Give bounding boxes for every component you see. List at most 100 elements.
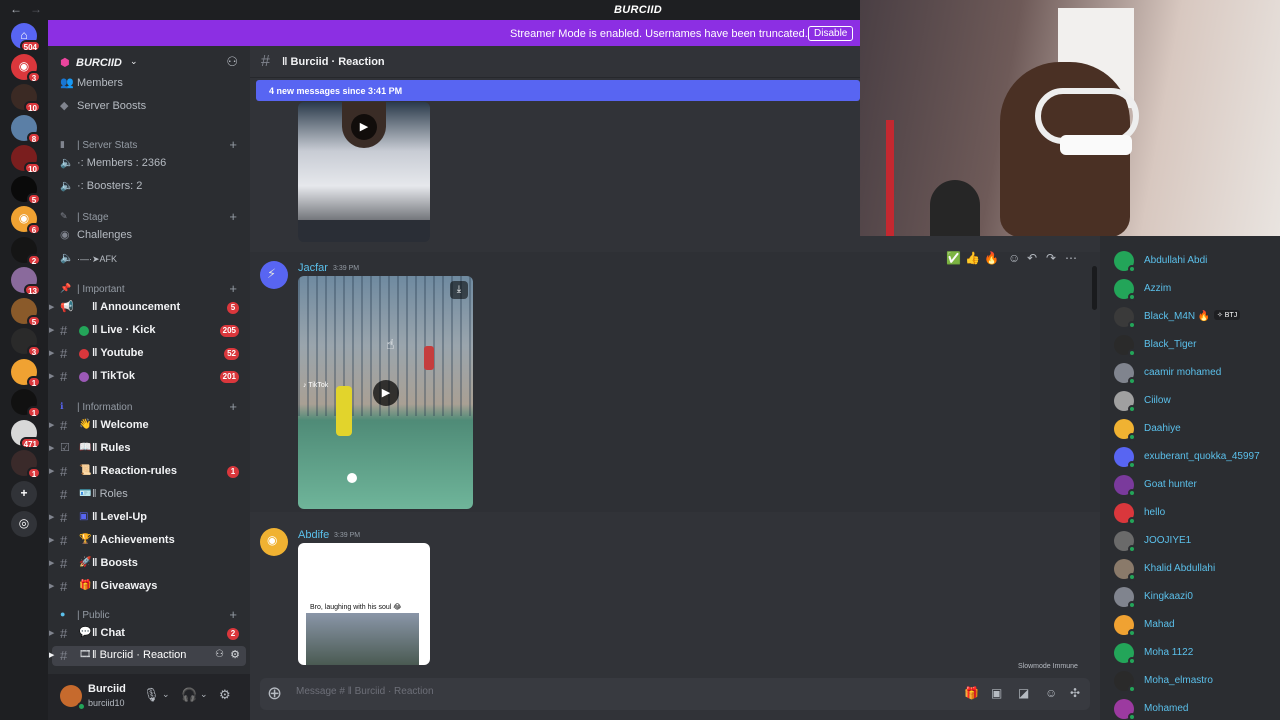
emoji-icon[interactable]: ☺ [1045, 686, 1057, 700]
sidebar-item-reaction-rules[interactable]: ▶ # 📜 ǁ Reaction-rules 1 [48, 462, 250, 482]
server-icon[interactable]: 2 [11, 236, 41, 266]
add-reaction-icon[interactable]: ☺ [1008, 251, 1020, 265]
headphones-icon[interactable]: 🎧 [181, 687, 197, 703]
sidebar-item-tiktok[interactable]: ▶ # ǁ TikTok 201 [48, 367, 250, 387]
sidebar-item-chat[interactable]: ▶ # 💬 ǁ Chat 2 [48, 624, 250, 644]
server-icon[interactable]: ⌂ 504 [11, 23, 41, 52]
server-icon[interactable]: 13 [11, 267, 41, 296]
add-channel-icon[interactable]: + [229, 137, 237, 152]
fire-reaction-icon[interactable]: 🔥 [984, 251, 999, 265]
microphone-icon[interactable]: 🎙 [143, 687, 160, 703]
forward-arrow-icon[interactable]: → [30, 2, 42, 16]
member-item[interactable]: exuberant_quokka_45997 [1114, 445, 1280, 469]
category-public[interactable]: ● | Public + [48, 606, 250, 624]
more-options-icon[interactable]: ⋯ [1065, 251, 1077, 265]
member-item[interactable]: hello [1114, 501, 1280, 525]
member-item[interactable]: Mahad [1114, 613, 1280, 637]
reply-icon[interactable]: ↶ [1027, 251, 1037, 265]
message-author[interactable]: Abdife [298, 529, 329, 541]
forward-icon[interactable]: ↷ [1046, 251, 1056, 265]
apps-icon[interactable]: ✣ [1070, 686, 1080, 700]
sidebar-item-stat-boosters[interactable]: 🔈 ·: Boosters: 2 [48, 177, 250, 197]
add-channel-icon[interactable]: + [229, 209, 237, 224]
play-icon[interactable]: ▶ [373, 380, 399, 406]
gift-icon[interactable]: 🎁 [964, 686, 979, 700]
server-icon[interactable]: 3 [11, 328, 41, 357]
sidebar-item-roles[interactable]: # 🪪 ǁ Roles [48, 485, 250, 505]
message-author[interactable]: Jacfar [298, 262, 328, 274]
sidebar-item-challenges[interactable]: ◉ Challenges [48, 226, 250, 246]
scrollbar[interactable] [1092, 266, 1097, 310]
member-item[interactable]: JOOJIYE1 [1114, 529, 1280, 553]
member-item[interactable]: caamir mohamed [1114, 361, 1280, 385]
member-item[interactable]: Kingkaazi0 [1114, 585, 1280, 609]
check-reaction-icon[interactable]: ✅ [946, 251, 961, 265]
message-input[interactable] [296, 686, 896, 697]
back-arrow-icon[interactable]: ← [10, 2, 22, 16]
server-icon[interactable]: ◎ [11, 511, 37, 537]
server-icon[interactable]: 8 [11, 114, 41, 144]
member-item[interactable]: Daahiye [1114, 417, 1280, 441]
chevron-down-icon[interactable]: ⌄ [162, 689, 170, 700]
video-attachment[interactable]: ▶ [298, 102, 430, 242]
video-attachment[interactable]: Bro, laughing with his soul 😂 [298, 543, 430, 665]
add-channel-icon[interactable]: + [229, 607, 237, 622]
sidebar-item-server-boosts[interactable]: ◆ Server Boosts [48, 97, 250, 117]
play-icon[interactable]: ▶ [351, 114, 377, 140]
chevron-down-icon[interactable]: ⌄ [200, 689, 208, 700]
sidebar-item-giveaways[interactable]: ▶ # 🎁 ǁ Giveaways [48, 577, 250, 597]
sidebar-item-rules[interactable]: ▶ ☑ 📖 ǁ Rules [48, 439, 250, 459]
add-member-icon[interactable]: ⚇ [226, 54, 238, 70]
category-server-stats[interactable]: ▮ | Server Stats + [48, 136, 250, 154]
gif-icon[interactable]: ▣ [991, 686, 1002, 700]
sidebar-item-burciid-reaction[interactable]: ▶ # 🎞 ǁ Burciid · Reaction ⚇ ⚙ [49, 646, 246, 666]
member-item[interactable]: Khalid Abdullahi [1114, 557, 1280, 581]
member-item[interactable]: Abdullahi Abdi [1114, 249, 1280, 273]
video-attachment[interactable]: ♪ TikTok ▶ ⤓ [298, 276, 473, 509]
sticker-icon[interactable]: ◪ [1018, 686, 1029, 700]
sidebar-item-afk[interactable]: 🔈 ·—·➤AFK [48, 249, 250, 269]
sidebar-item-announcement[interactable]: ▶ 📢 ǁ Announcement 5 [48, 298, 250, 318]
sidebar-item-stat-members[interactable]: 🔈 ·: Members : 2366 [48, 154, 250, 174]
server-icon[interactable]: ◉ 3 [11, 53, 41, 83]
member-item[interactable]: Azzim [1114, 277, 1280, 301]
avatar[interactable]: ⚡ [260, 261, 288, 289]
disable-button[interactable]: Disable [808, 26, 854, 41]
thumbs-up-reaction-icon[interactable]: 👍 [965, 251, 980, 265]
server-icon[interactable]: 1 [11, 389, 41, 418]
server-icon[interactable]: + [11, 480, 37, 507]
member-item[interactable]: Moha 1122 [1114, 641, 1280, 665]
invite-icon[interactable]: ⚇ [215, 649, 224, 660]
add-attachment-icon[interactable]: ⊕ [267, 683, 282, 704]
member-item[interactable]: Goat hunter [1114, 473, 1280, 497]
member-item[interactable]: Black_Tiger [1114, 333, 1280, 357]
server-icon[interactable]: ◉ 6 [11, 206, 41, 235]
server-icon[interactable]: 471 [11, 419, 41, 449]
category-stage[interactable]: ✎ | Stage + [48, 208, 250, 226]
server-icon[interactable]: 1 [11, 450, 41, 479]
avatar[interactable]: ◉ [260, 528, 288, 556]
server-icon[interactable]: 1 [11, 358, 41, 388]
server-icon[interactable]: 5 [11, 175, 41, 205]
member-item[interactable]: Ciilow [1114, 389, 1280, 413]
server-icon[interactable]: 5 [11, 297, 41, 327]
member-item[interactable]: Black_M4N 🔥 ✧ BTJ [1114, 305, 1280, 329]
sidebar-item-achievements[interactable]: ▶ # 🏆 ǁ Achievements [48, 531, 250, 551]
sidebar-item-welcome[interactable]: ▶ # 👋 ǁ Welcome [48, 416, 250, 436]
sidebar-item-boosts[interactable]: ▶ # 🚀 ǁ Boosts [48, 554, 250, 574]
server-icon[interactable]: 10 [11, 145, 41, 174]
sidebar-item-members[interactable]: 👥 Members [48, 74, 250, 94]
sidebar-item-youtube[interactable]: ▶ # ǁ Youtube 52 [48, 344, 250, 364]
gear-icon[interactable]: ⚙ [230, 648, 240, 661]
server-icon[interactable]: 10 [11, 84, 41, 113]
sidebar-item-level-up[interactable]: ▶ # ▣ ǁ Level-Up [48, 508, 250, 528]
sidebar-item-live-kick[interactable]: ▶ # ǁ Live · Kick 205 [48, 321, 250, 341]
gear-icon[interactable]: ⚙ [219, 687, 231, 703]
add-channel-icon[interactable]: + [229, 281, 237, 296]
category-important[interactable]: 📌 | Important + [48, 280, 250, 298]
add-channel-icon[interactable]: + [229, 399, 237, 414]
download-icon[interactable]: ⤓ [450, 281, 468, 299]
new-messages-bar[interactable]: 4 new messages since 3:41 PM [256, 80, 860, 101]
member-item[interactable]: Mohamed [1114, 697, 1280, 720]
category-information[interactable]: ℹ | Information + [48, 398, 250, 416]
